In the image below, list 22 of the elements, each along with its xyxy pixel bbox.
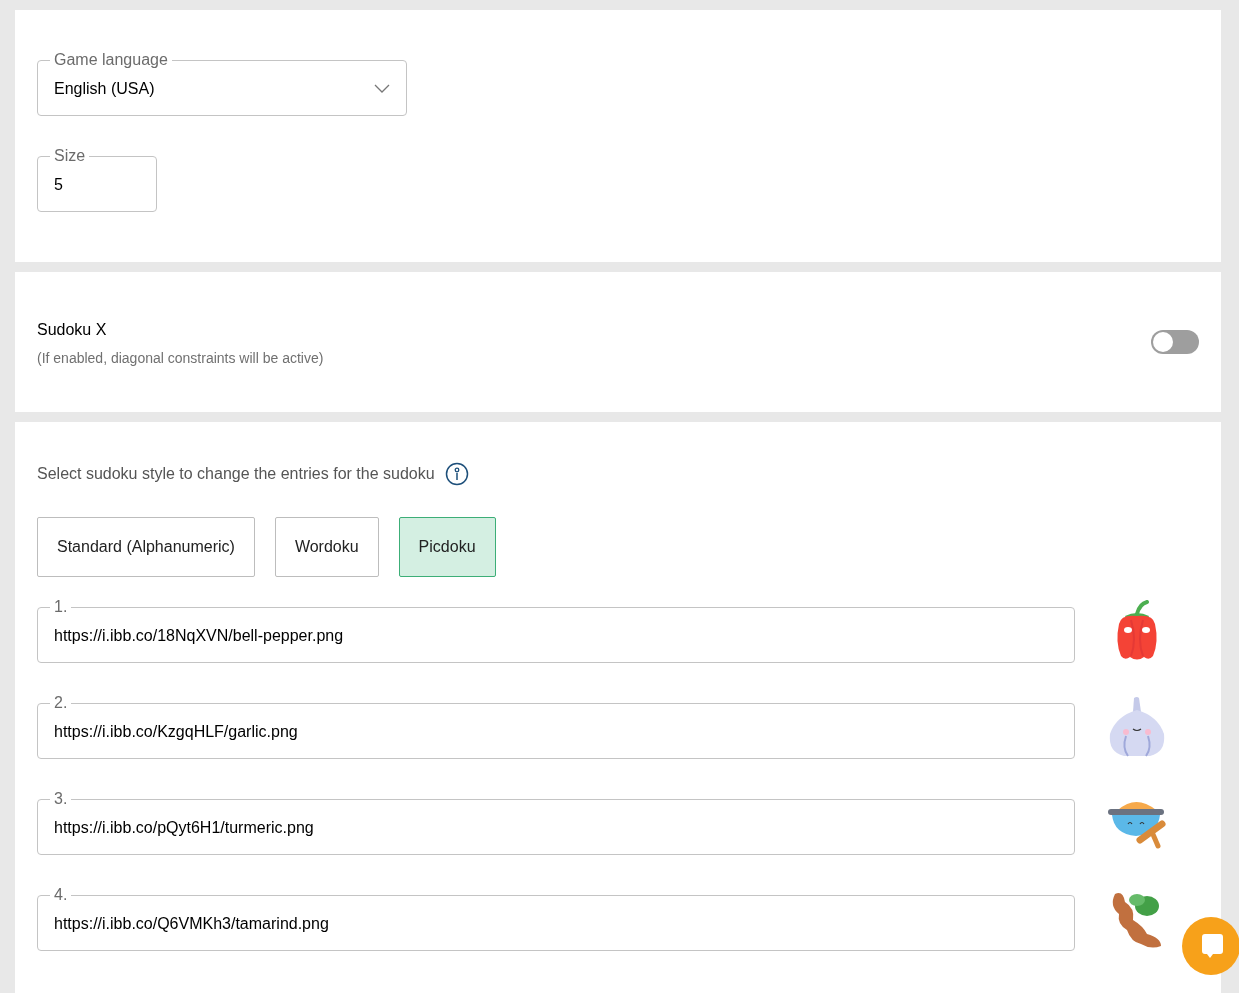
url-input[interactable]: 2. https://i.ibb.co/KzgqHLF/garlic.png — [37, 696, 1075, 759]
field-label: 4. — [53, 888, 69, 902]
field-label: Game language — [53, 53, 169, 67]
style-option[interactable]: Wordoku — [274, 517, 379, 577]
size-input[interactable]: Size 5 — [37, 149, 157, 212]
field-label: 3. — [53, 792, 69, 806]
option-description: (If enabled, diagonal constraints will be active) — [37, 349, 324, 368]
option-title: Sudoku X — [37, 320, 108, 340]
chat-button[interactable] — [1182, 917, 1239, 975]
field-label: 2. — [53, 696, 69, 710]
style-option[interactable]: Standard (Alphanumeric) — [37, 517, 255, 577]
url-input[interactable]: 3. https://i.ibb.co/pQyt6H1/turmeric.png — [37, 792, 1075, 855]
language-select[interactable]: Game language English (USA) — [37, 53, 407, 116]
chevron-down-icon — [374, 84, 390, 94]
url-input[interactable]: 1. https://i.ibb.co/18NqXVN/bell-pepper.png — [37, 600, 1075, 663]
field-label: Size — [53, 149, 87, 163]
info-icon[interactable] — [444, 462, 469, 486]
field-label: 1. — [53, 600, 69, 614]
style-prompt: Select sudoku style to change the entries for the sudoku — [37, 464, 435, 484]
url-input[interactable]: 4. https://i.ibb.co/Q6VMKh3/tamarind.png — [37, 888, 1075, 951]
style-option[interactable]: Picdoku — [398, 517, 496, 577]
toggle-switch[interactable] — [1151, 330, 1199, 354]
